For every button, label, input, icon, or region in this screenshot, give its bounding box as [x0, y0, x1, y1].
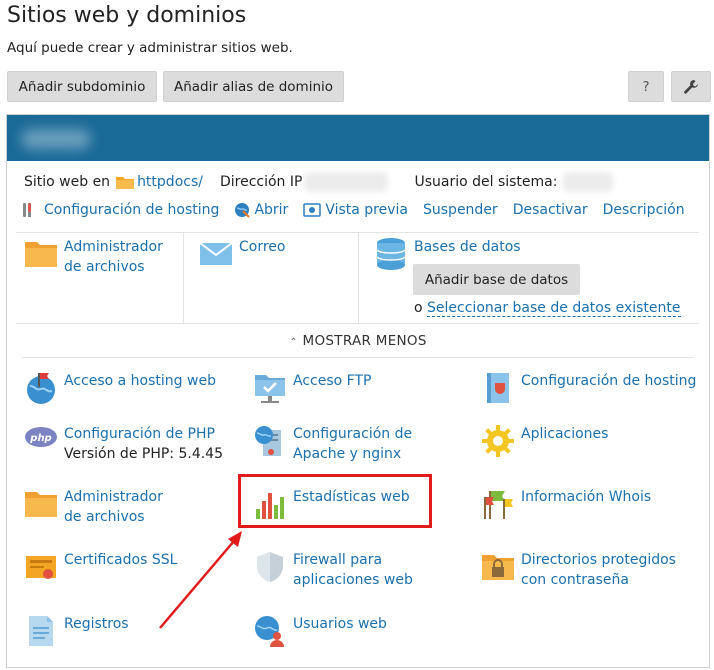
tool-web-app-firewall[interactable]: Firewall para aplicaciones web: [253, 550, 423, 590]
add-database-button[interactable]: Añadir base de datos: [413, 264, 580, 295]
hosting-book-icon: [487, 373, 509, 403]
ftp-folder-icon: [255, 375, 285, 403]
user-redacted: [563, 172, 614, 192]
globe-flag-icon: [27, 373, 55, 404]
divider: [22, 357, 694, 358]
folder-icon: [25, 242, 57, 267]
website-label: Sitio web en: [24, 174, 111, 190]
certificate-icon: [26, 556, 56, 579]
system-user-label: Usuario del sistema:: [414, 174, 558, 190]
action-open[interactable]: Abrir: [234, 202, 288, 218]
gear-icon: [482, 425, 514, 457]
folder-icon: [116, 177, 135, 189]
show-less-toggle[interactable]: ⌃ MOSTRAR MENOS: [7, 333, 709, 349]
locked-folder-icon: [482, 555, 514, 580]
annotation-arrow: [159, 531, 242, 629]
server-globe-icon: [255, 426, 281, 456]
php-icon: php: [25, 427, 57, 447]
hosting-settings-icon: [23, 203, 31, 217]
preview-icon: [303, 203, 322, 217]
mail-icon: [199, 242, 233, 265]
svg-text:php: php: [29, 433, 51, 444]
globe-user-icon: [255, 616, 284, 647]
wrench-icon: [684, 79, 698, 94]
highlight-box: [238, 474, 432, 528]
tool-ftp-access[interactable]: Acceso FTP: [253, 371, 371, 405]
quick-file-manager[interactable]: Administrador de archivos: [24, 237, 179, 277]
tool-logs[interactable]: Registros: [24, 614, 129, 648]
action-description[interactable]: Descripción: [603, 202, 685, 218]
divider: [183, 232, 184, 324]
flags-icon: [484, 491, 513, 519]
tool-whois-info[interactable]: Información Whois: [481, 487, 651, 521]
ip-redacted: [304, 172, 389, 192]
site-actions-row: Configuración de hosting Abrir Vista pre…: [22, 202, 685, 218]
database-icon: [376, 238, 406, 270]
tool-applications[interactable]: Aplicaciones: [481, 424, 608, 458]
php-version: Versión de PHP: 5.4.45: [64, 446, 223, 462]
tool-web-users[interactable]: Usuarios web: [253, 614, 387, 648]
action-suspend[interactable]: Suspender: [423, 202, 498, 218]
tools-button[interactable]: [671, 71, 711, 102]
select-db-row: o Seleccionar base de datos existente: [414, 300, 681, 317]
action-hosting-settings[interactable]: Configuración de hosting: [22, 202, 219, 218]
divider: [358, 232, 359, 324]
domain-header-bar: [7, 115, 709, 161]
add-subdomain-button[interactable]: Añadir subdominio: [7, 71, 157, 102]
chevron-up-icon: ⌃: [289, 337, 298, 348]
domain-name-redacted: [21, 129, 91, 149]
folder-icon: [25, 492, 57, 517]
tool-file-manager[interactable]: Administrador de archivos: [24, 487, 184, 527]
globe-open-icon: [235, 203, 251, 218]
website-panel: Sitio web en httpdocs/ Dirección IP Usua…: [6, 114, 710, 668]
help-button[interactable]: ?: [628, 71, 664, 102]
add-domain-alias-button[interactable]: Añadir alias de dominio: [163, 71, 344, 102]
action-preview[interactable]: Vista previa: [303, 202, 408, 218]
site-info-row: Sitio web en httpdocs/ Dirección IP Usua…: [24, 172, 614, 192]
log-file-icon: [29, 616, 53, 646]
page-subtitle: Aquí puede crear y administrar sitios we…: [7, 40, 293, 56]
docroot-link[interactable]: httpdocs/: [137, 174, 203, 190]
shield-icon: [257, 552, 283, 582]
action-deactivate[interactable]: Desactivar: [513, 202, 588, 218]
select-existing-db-link[interactable]: Seleccionar base de datos existente: [427, 300, 681, 317]
page-title: Sitios web y dominios: [7, 3, 247, 28]
tool-hosting-settings[interactable]: Configuración de hosting: [481, 371, 696, 405]
tool-web-hosting-access[interactable]: Acceso a hosting web: [24, 371, 216, 405]
ip-label: Dirección IP: [219, 174, 303, 190]
quick-mail[interactable]: Correo: [199, 237, 285, 271]
tool-apache-nginx[interactable]: Configuración de Apache y nginx: [253, 424, 443, 464]
tool-protected-directories[interactable]: Directorios protegidos con contraseña: [481, 550, 696, 590]
tool-php-settings[interactable]: php Configuración de PHP Versión de PHP:…: [24, 424, 223, 464]
